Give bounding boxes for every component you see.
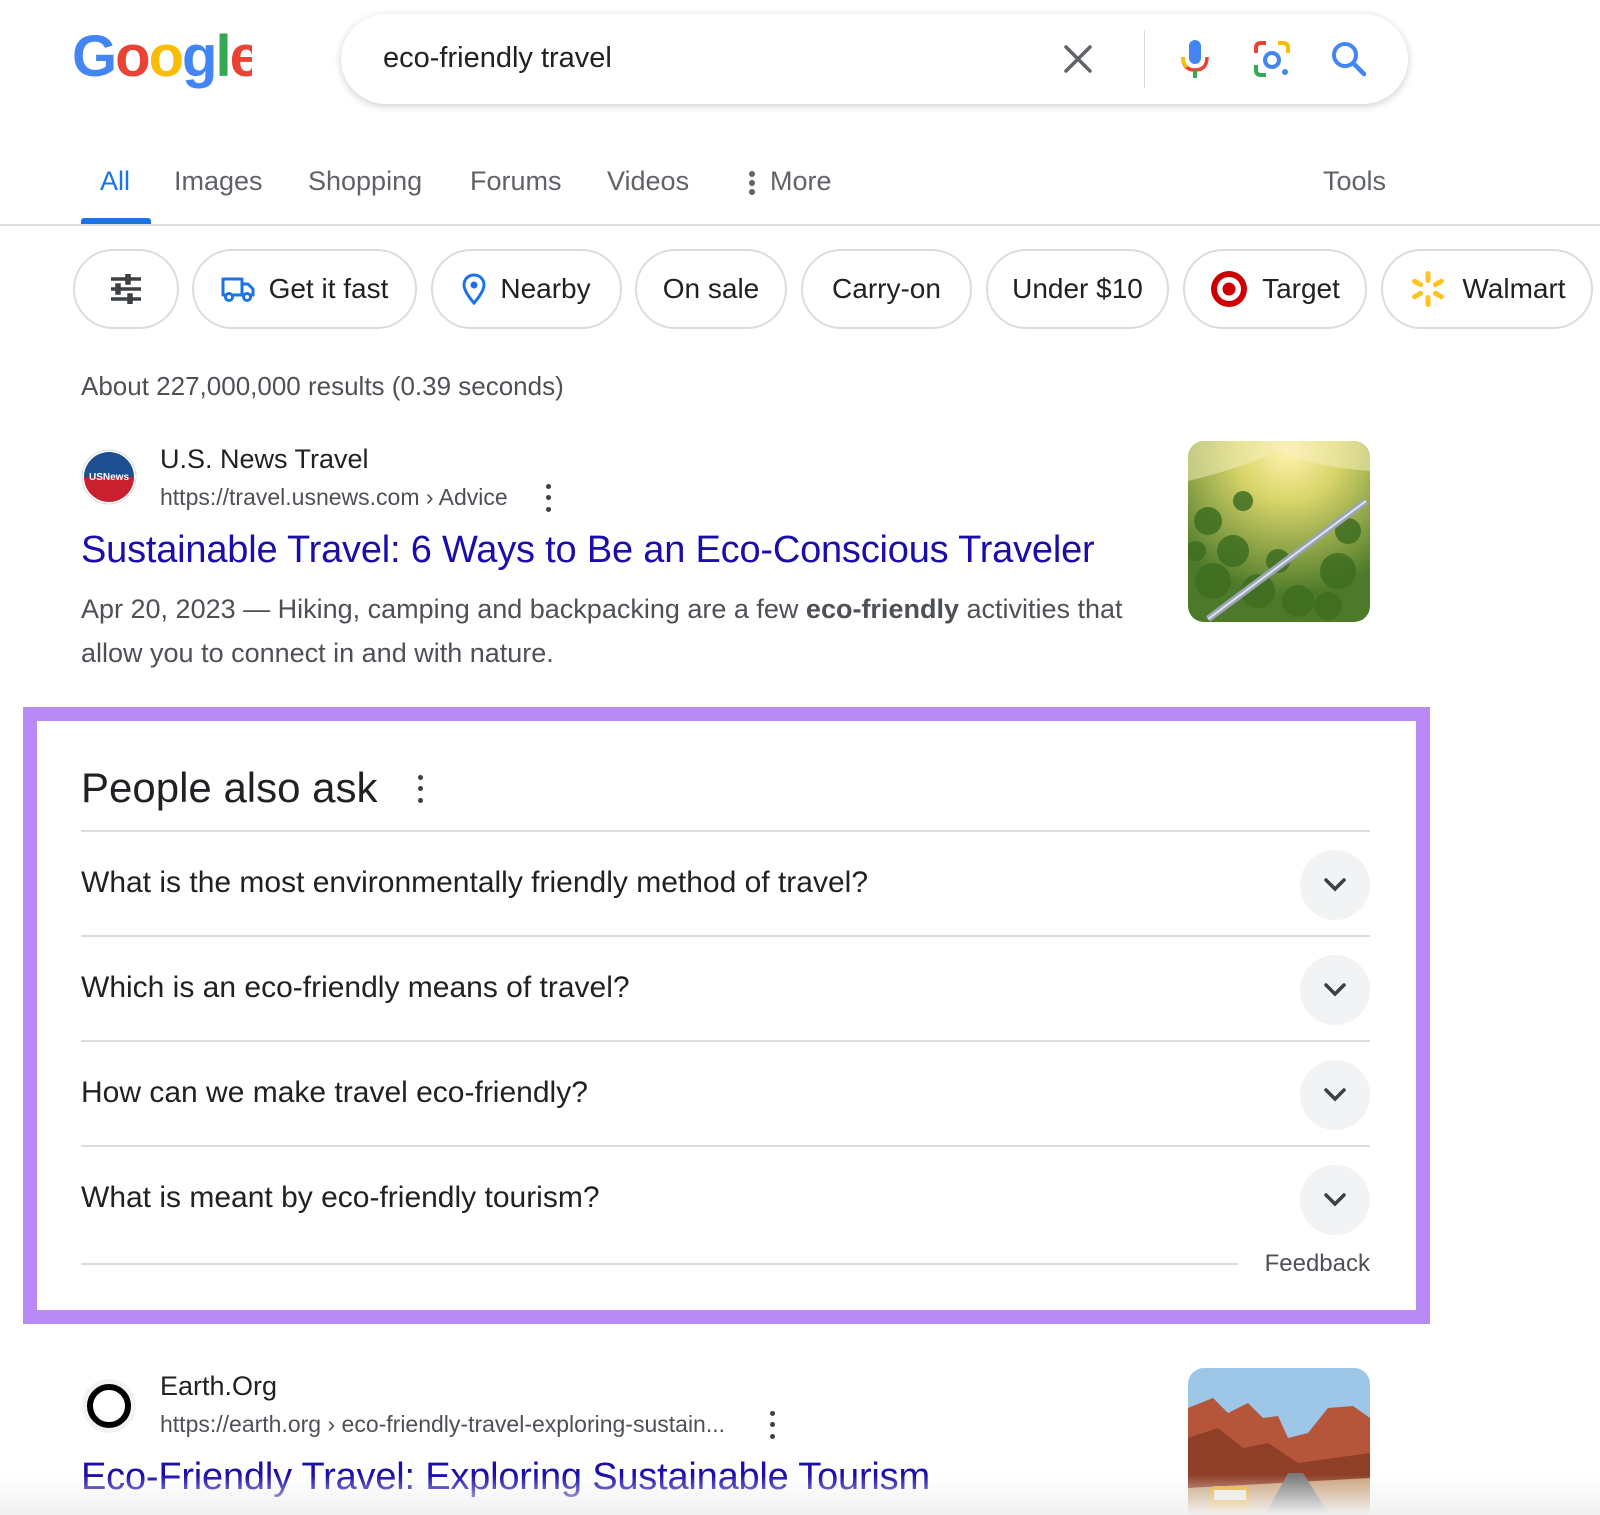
tab-shopping[interactable]: Shopping [308,166,422,197]
chip-under-10[interactable]: Under $10 [986,249,1169,329]
result-snippet: Apr 20, 2023 — Hiking, camping and backp… [81,594,1123,668]
truck-icon [221,277,255,302]
site-url[interactable]: https://earth.org › eco-friendly-travel-… [160,1411,725,1438]
chip-nearby[interactable]: Nearby [431,249,622,329]
paa-question: How can we make travel eco-friendly? [81,1076,588,1109]
paa-options-icon[interactable] [410,772,430,806]
chip-label: Nearby [500,273,591,304]
svg-text:Google: Google [72,24,252,89]
tools-button[interactable]: Tools [1323,166,1386,197]
chip-carry-on[interactable]: Carry-on [801,249,972,329]
bottom-fade [0,1475,1600,1515]
chevron-down-icon[interactable] [1300,955,1370,1025]
feedback-link[interactable]: Feedback [1265,1250,1370,1278]
tab-images[interactable]: Images [174,166,263,197]
paa-question-row[interactable]: Which is an eco-friendly means of travel… [81,935,1370,1040]
paa-question-row[interactable]: What is the most environmentally friendl… [81,830,1370,935]
result-options-icon[interactable] [538,481,558,515]
paa-question: What is the most environmentally friendl… [81,866,869,899]
chevron-down-icon[interactable] [1300,1060,1370,1130]
paa-question: Which is an eco-friendly means of travel… [81,971,630,1004]
paa-title: People also ask [81,764,378,811]
result-options-icon[interactable] [762,1408,782,1442]
location-pin-icon [462,273,486,305]
favicon-text: USNews [89,472,129,483]
earthorg-favicon[interactable] [81,1378,137,1434]
search-input[interactable]: eco-friendly travel [383,42,612,75]
tab-more-label: More [770,166,832,196]
paa-question-row[interactable]: How can we make travel eco-friendly? [81,1040,1370,1145]
tab-all[interactable]: All [100,166,130,197]
target-logo-icon [1211,271,1248,307]
result-stats: About 227,000,000 results (0.39 seconds) [81,371,564,401]
microphone-icon[interactable] [1175,39,1215,79]
walmart-spark-icon [1412,271,1445,307]
lens-icon[interactable] [1252,39,1292,79]
chip-label: Walmart [1462,273,1566,304]
chip-label: Get it fast [268,273,389,304]
paa-question: What is meant by eco-friendly tourism? [81,1181,600,1214]
result-thumbnail-train[interactable] [1188,441,1370,622]
tab-more[interactable]: More [748,166,832,197]
chip-on-sale[interactable]: On sale [635,249,787,329]
chip-label: Carry-on [832,273,941,304]
active-tab-indicator [81,218,151,224]
chip-label: Under $10 [1012,273,1143,304]
google-logo[interactable]: Google [72,24,252,94]
search-tabs: All Images Shopping Forums Videos More T… [0,150,1600,226]
usnews-favicon[interactable]: USNews [81,449,137,505]
more-dots-icon [749,170,755,195]
search-box[interactable]: eco-friendly travel [341,14,1408,104]
filter-sliders-icon [111,274,141,304]
chip-get-it-fast[interactable]: Get it fast [192,249,417,329]
chip-target[interactable]: Target [1183,249,1367,329]
clear-icon[interactable] [1058,39,1098,79]
site-name[interactable]: Earth.Org [160,1371,277,1402]
paa-question-row[interactable]: What is meant by eco-friendly tourism? [81,1145,1370,1250]
chip-label: Target [1262,273,1340,304]
search-icon[interactable] [1329,39,1369,79]
chip-label: On sale [662,273,760,304]
chip-walmart[interactable]: Walmart [1381,249,1593,329]
chevron-down-icon[interactable] [1300,1165,1370,1235]
chevron-down-icon[interactable] [1300,850,1370,920]
chip-filters[interactable] [73,249,179,329]
paa-divider [81,1263,1238,1265]
site-url[interactable]: https://travel.usnews.com › Advice [160,484,508,511]
search-divider [1144,30,1145,88]
tab-videos[interactable]: Videos [607,166,689,197]
result-title-link[interactable]: Sustainable Travel: 6 Ways to Be an Eco-… [81,529,1095,572]
site-name[interactable]: U.S. News Travel [160,444,369,475]
tab-forums[interactable]: Forums [470,166,562,197]
result-date: Apr 20, 2023 [81,594,236,624]
